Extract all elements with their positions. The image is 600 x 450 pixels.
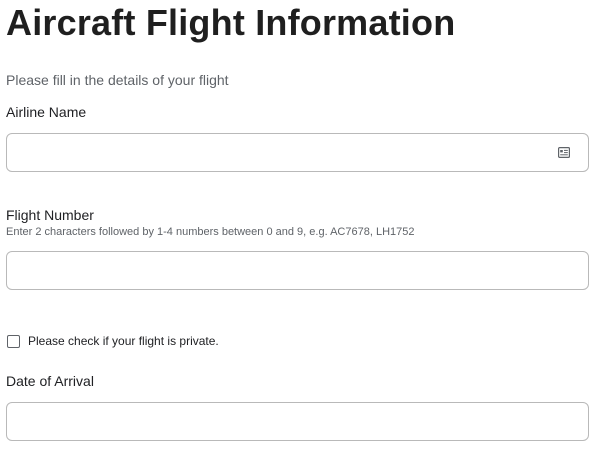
- private-flight-label[interactable]: Please check if your flight is private.: [28, 334, 219, 348]
- date-of-arrival-input[interactable]: [7, 403, 588, 440]
- airline-name-field-container: [6, 133, 589, 172]
- flight-number-field-container: [6, 251, 589, 290]
- airline-name-label: Airline Name: [6, 104, 87, 120]
- date-of-arrival-field-container: [6, 402, 589, 441]
- private-flight-checkbox[interactable]: [7, 334, 20, 348]
- page-subtitle: Please fill in the details of your fligh…: [6, 72, 229, 88]
- contact-card-icon[interactable]: [558, 147, 570, 158]
- flight-form: Aircraft Flight Information Please fill …: [0, 0, 600, 450]
- page-title: Aircraft Flight Information: [6, 2, 456, 43]
- flight-number-label: Flight Number: [6, 207, 94, 223]
- flight-number-input[interactable]: [7, 252, 588, 289]
- private-flight-row[interactable]: Please check if your flight is private.: [7, 333, 219, 349]
- flight-number-hint: Enter 2 characters followed by 1-4 numbe…: [6, 226, 415, 238]
- date-of-arrival-label: Date of Arrival: [6, 373, 94, 389]
- airline-name-input[interactable]: [7, 134, 588, 171]
